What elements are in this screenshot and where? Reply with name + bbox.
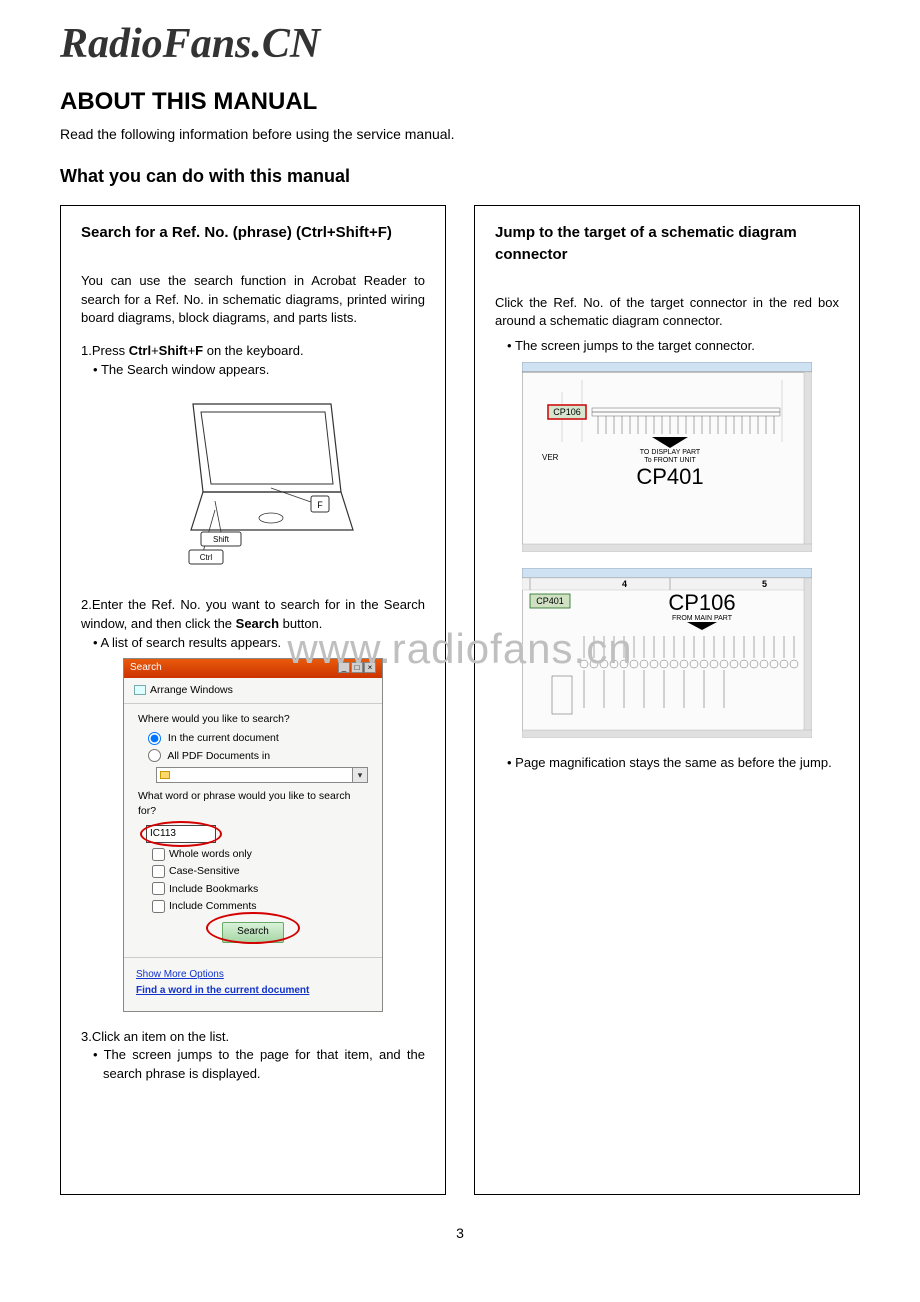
- right-column: Jump to the target of a schematic diagra…: [474, 205, 860, 1195]
- show-more-options-link[interactable]: Show More Options: [136, 968, 370, 983]
- ruler-5: 5: [762, 579, 767, 589]
- chevron-down-icon[interactable]: ▾: [353, 767, 368, 783]
- find-word-link[interactable]: Find a word in the current document: [136, 984, 370, 999]
- cp401-small[interactable]: CP401: [536, 596, 564, 606]
- chk-case-input[interactable]: [152, 865, 165, 878]
- step1: 1.Press Ctrl+Shift+F on the keyboard.: [81, 342, 425, 361]
- chk-case-label: Case-Sensitive: [169, 865, 240, 877]
- schematic-figure-bottom: 4 5 CP401 CP106 FROM MAIN PART: [522, 568, 812, 744]
- step3: 3.Click an item on the list.: [81, 1028, 425, 1047]
- where-question: Where would you like to search?: [138, 712, 368, 727]
- radio-current-doc-label: In the current document: [168, 732, 279, 744]
- radio-all-pdf-label: All PDF Documents in: [167, 750, 270, 762]
- page-title: ABOUT THIS MANUAL: [60, 88, 860, 116]
- step2: 2.Enter the Ref. No. you want to search …: [81, 596, 425, 634]
- arrange-windows-label: Arrange Windows: [150, 683, 233, 698]
- left-column: Search for a Ref. No. (phrase) (Ctrl+Shi…: [60, 205, 446, 1195]
- from-main-part: FROM MAIN PART: [672, 615, 733, 622]
- search-input-highlight: IC113: [138, 823, 368, 845]
- left-heading: Search for a Ref. No. (phrase) (Ctrl+Shi…: [81, 222, 425, 244]
- search-button-row: Search: [138, 916, 368, 953]
- ruler-4: 4: [622, 579, 627, 589]
- chk-whole-words[interactable]: Whole words only: [138, 847, 368, 862]
- right-bullet2: Page magnification stays the same as bef…: [495, 754, 839, 773]
- radio-current-doc-input[interactable]: [148, 732, 161, 745]
- key-f-label: F: [317, 500, 323, 510]
- watermark-top: RadioFans.CN: [60, 20, 860, 68]
- folder-icon: [160, 771, 170, 779]
- pdf-location-dropdown[interactable]: ▾: [156, 767, 368, 783]
- arrange-windows-icon: [134, 685, 146, 695]
- phrase-question: What word or phrase would you like to se…: [138, 789, 368, 819]
- to-front-unit: To FRONT UNIT: [644, 457, 696, 464]
- search-button[interactable]: Search: [222, 922, 284, 943]
- search-titlebar: Search _□×: [124, 659, 382, 678]
- two-column-layout: www.radiofans.cn Search for a Ref. No. (…: [60, 205, 860, 1195]
- window-buttons: _□×: [337, 661, 376, 676]
- chk-bookmarks-input[interactable]: [152, 882, 165, 895]
- search-title: Search: [130, 661, 162, 676]
- chk-whole-words-label: Whole words only: [169, 848, 252, 860]
- radio-current-doc[interactable]: In the current document: [138, 731, 368, 746]
- chk-include-comments[interactable]: Include Comments: [138, 899, 368, 914]
- page-number: 3: [60, 1225, 860, 1241]
- chk-comments-label: Include Comments: [169, 900, 257, 912]
- radio-all-pdf-input[interactable]: [148, 749, 161, 762]
- step2-bullet: A list of search results appears.: [81, 634, 425, 653]
- close-icon[interactable]: ×: [364, 662, 376, 673]
- key-shift-label: Shift: [213, 535, 230, 544]
- step1-bullet: The Search window appears.: [81, 361, 425, 380]
- section-heading: What you can do with this manual: [60, 166, 860, 187]
- search-links: Show More Options Find a word in the cur…: [124, 957, 382, 1011]
- key-ctrl-label: Ctrl: [200, 553, 213, 562]
- intro-text: Read the following information before us…: [60, 126, 860, 142]
- chk-comments-input[interactable]: [152, 900, 165, 913]
- left-para1: You can use the search function in Acrob…: [81, 272, 425, 329]
- chk-whole-words-input[interactable]: [152, 848, 165, 861]
- search-window: Search _□× Arrange Windows Where would y…: [123, 658, 383, 1011]
- maximize-icon[interactable]: □: [351, 662, 363, 673]
- step3-bullet: The screen jumps to the page for that it…: [81, 1046, 425, 1084]
- laptop-icon: F Shift Ctrl: [143, 392, 363, 572]
- chk-case-sensitive[interactable]: Case-Sensitive: [138, 864, 368, 879]
- arrange-windows-row[interactable]: Arrange Windows: [124, 678, 382, 704]
- cp106-link[interactable]: CP106: [553, 407, 581, 417]
- ver-label: VER: [542, 453, 559, 462]
- cp106-big: CP106: [668, 590, 735, 615]
- cp401-big: CP401: [636, 464, 703, 489]
- to-display-part: TO DISPLAY PART: [640, 449, 701, 456]
- search-phrase-input[interactable]: IC113: [146, 825, 216, 843]
- right-para1: Click the Ref. No. of the target connect…: [495, 294, 839, 332]
- laptop-figure: F Shift Ctrl: [81, 392, 425, 578]
- right-bullet1: The screen jumps to the target connector…: [495, 337, 839, 356]
- chk-bookmarks-label: Include Bookmarks: [169, 883, 258, 895]
- schematic-figure-top: CP106 VER TO DISPLAY PART To FRONT UNIT …: [522, 362, 812, 558]
- minimize-icon[interactable]: _: [338, 662, 350, 673]
- right-heading: Jump to the target of a schematic diagra…: [495, 222, 839, 266]
- radio-all-pdf[interactable]: All PDF Documents in: [138, 749, 368, 764]
- chk-include-bookmarks[interactable]: Include Bookmarks: [138, 882, 368, 897]
